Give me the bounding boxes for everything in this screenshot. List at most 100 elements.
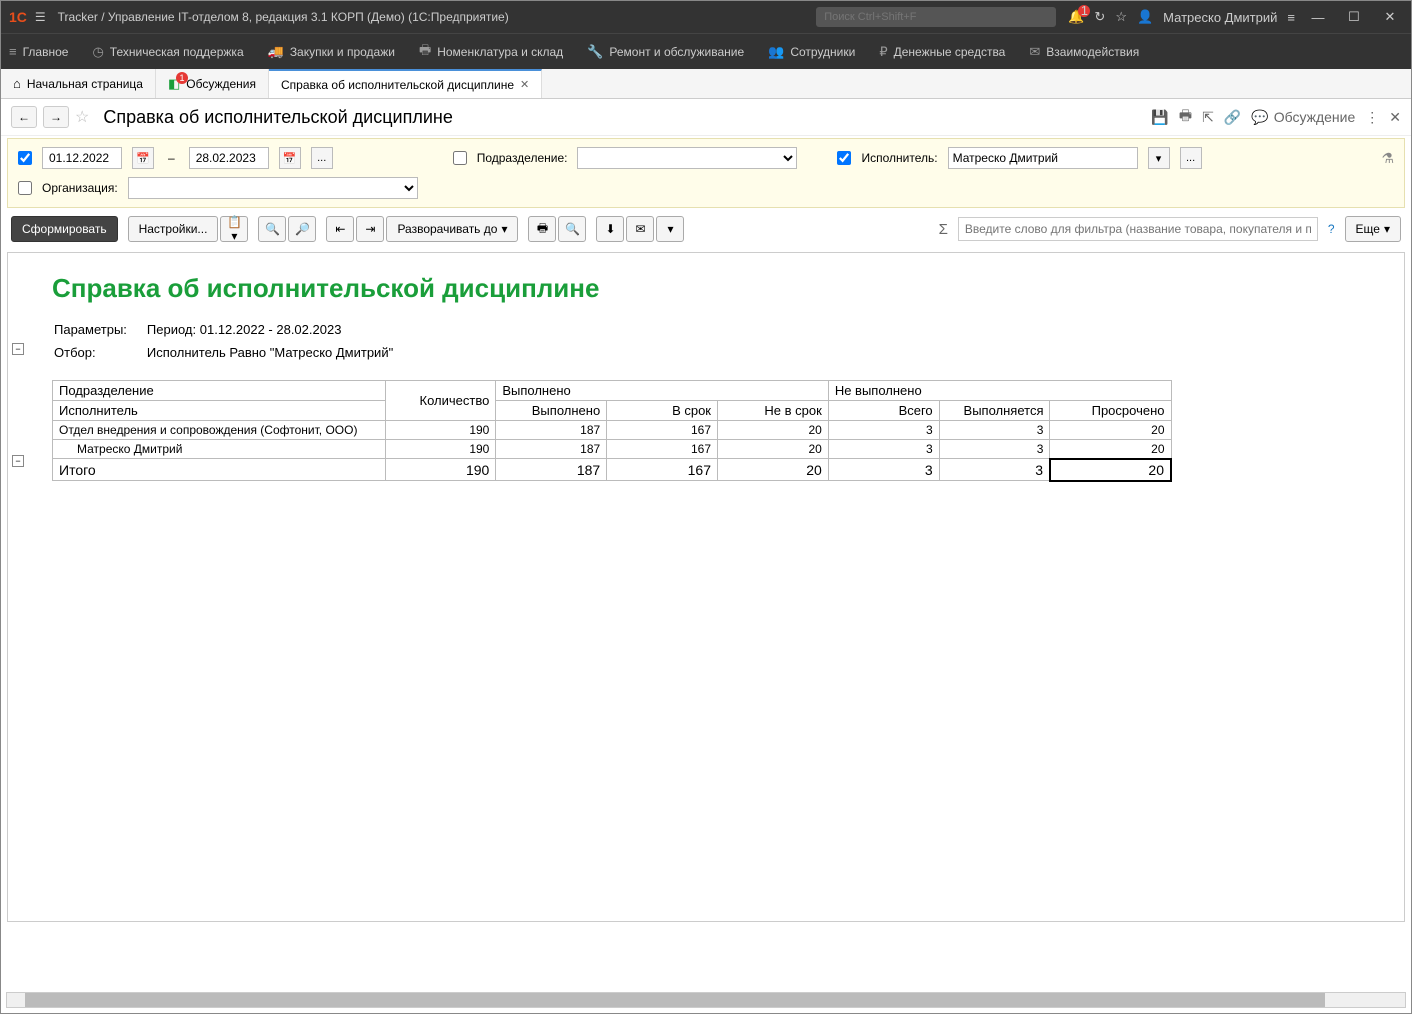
bell-badge: 1 (1078, 5, 1090, 17)
export-icon[interactable]: ⇱ (1202, 109, 1214, 126)
table-row[interactable]: Матреско Дмитрий 190 187 167 20 3 3 20 (53, 439, 1172, 459)
find-button[interactable]: 🔍 (258, 216, 286, 242)
collapse-button[interactable]: ⇤ (326, 216, 354, 242)
period-checkbox[interactable] (18, 151, 32, 165)
star-icon[interactable]: ☆ (1115, 9, 1127, 25)
period-more-button[interactable]: ... (311, 147, 333, 169)
main-menu: ≡Главное ◷Техническая поддержка 🚚Закупки… (1, 33, 1411, 69)
chat-bubble-icon: 💬 (1251, 109, 1268, 126)
menu-interactions[interactable]: ✉Взаимодействия (1029, 44, 1139, 60)
settings-lines-icon[interactable]: ≡ (1287, 10, 1295, 25)
col-inprogress: Выполняется (939, 400, 1050, 420)
menu-main-icon: ≡ (9, 44, 17, 59)
settings-dropdown-button[interactable]: 📋▾ (220, 216, 248, 242)
generate-button[interactable]: Сформировать (11, 216, 118, 242)
wrench-icon: 🔧 (587, 44, 603, 60)
executor-label: Исполнитель: (861, 151, 937, 165)
executor-select[interactable] (948, 147, 1138, 169)
executor-checkbox[interactable] (837, 151, 851, 165)
report-area: − Справка об исполнительской дисциплине … (7, 252, 1405, 922)
menu-support[interactable]: ◷Техническая поддержка (92, 44, 243, 60)
col-count: Количество (385, 380, 496, 420)
report-filter-input[interactable] (958, 217, 1318, 241)
division-checkbox[interactable] (453, 151, 467, 165)
tab-close-icon[interactable]: ✕ (520, 78, 529, 91)
filter-panel: 📅 – 📅 ... Подразделение: Исполнитель: ▾ … (7, 138, 1405, 208)
tab-discussions[interactable]: ◧ 1 Обсуждения (156, 69, 269, 98)
division-label: Подразделение: (477, 151, 568, 165)
save-dropdown-button[interactable]: ▾ (656, 216, 684, 242)
notifications-button[interactable]: 🔔 1 (1068, 9, 1084, 25)
print-icon[interactable]: 🖶 (1179, 105, 1192, 129)
print-button[interactable]: 🖶 (528, 216, 556, 242)
org-label: Организация: (42, 181, 118, 195)
tab-report[interactable]: Справка об исполнительской дисциплине ✕ (269, 69, 542, 98)
horizontal-scrollbar[interactable] (6, 992, 1406, 1008)
tree-collapse-group[interactable]: − (12, 455, 24, 467)
expand-to-button[interactable]: Разворачивать до ▾ (386, 216, 518, 242)
table-total-row[interactable]: Итого 190 187 167 20 3 3 20 (53, 459, 1172, 481)
date-from-picker-button[interactable]: 📅 (132, 147, 154, 169)
menu-employees[interactable]: 👥Сотрудники (768, 44, 855, 60)
executor-more-button[interactable]: ... (1180, 147, 1202, 169)
close-page-icon[interactable]: ✕ (1389, 109, 1401, 126)
save-icon[interactable]: 💾 (1151, 109, 1168, 126)
filter-label: Отбор: (54, 343, 145, 364)
menu-purchases[interactable]: 🚚Закупки и продажи (268, 44, 395, 60)
nav-back-button[interactable]: ← (11, 106, 37, 128)
date-to-picker-button[interactable]: 📅 (279, 147, 301, 169)
discuss-button[interactable]: 💬 Обсуждение (1251, 109, 1355, 126)
hamburger-icon[interactable]: ☰ (35, 10, 46, 24)
find-next-button[interactable]: 🔎 (288, 216, 316, 242)
logo-1c: 1C (9, 9, 27, 25)
selected-cell[interactable]: 20 (1050, 459, 1171, 481)
filter-funnel-icon[interactable]: ⚗ (1381, 150, 1394, 167)
minimize-button[interactable]: — (1305, 10, 1331, 25)
menu-main[interactable]: ≡Главное (9, 44, 68, 59)
money-icon: ₽ (879, 44, 887, 60)
executor-dropdown-button[interactable]: ▾ (1148, 147, 1170, 169)
maximize-button[interactable]: ☐ (1341, 9, 1367, 25)
tree-collapse-params[interactable]: − (12, 343, 24, 355)
people-icon: 👥 (768, 44, 784, 60)
sigma-icon[interactable]: Σ (939, 221, 948, 238)
org-checkbox[interactable] (18, 181, 32, 195)
close-window-button[interactable]: ✕ (1377, 9, 1403, 25)
org-select[interactable] (128, 177, 418, 199)
user-icon[interactable]: 👤 (1137, 9, 1153, 25)
settings-button[interactable]: Настройки... (128, 216, 219, 242)
col-executor: Исполнитель (53, 400, 386, 420)
params-label: Параметры: (54, 320, 145, 341)
menu-repair[interactable]: 🔧Ремонт и обслуживание (587, 44, 744, 60)
period-text: Период: 01.12.2022 - 28.02.2023 (147, 320, 393, 341)
favorite-star-icon[interactable]: ☆ (75, 107, 89, 127)
col-division: Подразделение (53, 380, 386, 400)
global-search-input[interactable] (816, 7, 1056, 27)
division-select[interactable] (577, 147, 797, 169)
tabs-bar: ⌂ Начальная страница ◧ 1 Обсуждения Спра… (1, 69, 1411, 99)
report-title: Справка об исполнительской дисциплине (52, 273, 1384, 304)
lifebuoy-icon: ◷ (92, 44, 103, 60)
page-header: ← → ☆ Справка об исполнительской дисципл… (1, 99, 1411, 136)
report-params: Параметры:Период: 01.12.2022 - 28.02.202… (52, 318, 395, 366)
filter-text: Исполнитель Равно "Матреско Дмитрий" (147, 343, 393, 364)
history-icon[interactable]: ↻ (1094, 9, 1105, 25)
link-icon[interactable]: 🔗 (1224, 109, 1241, 126)
date-to-input[interactable] (189, 147, 269, 169)
preview-button[interactable]: 🔍 (558, 216, 586, 242)
menu-money[interactable]: ₽Денежные средства (879, 44, 1005, 60)
nav-forward-button[interactable]: → (43, 106, 69, 128)
scrollbar-thumb[interactable] (25, 993, 1325, 1007)
save-file-button[interactable]: ⬇ (596, 216, 624, 242)
more-button[interactable]: Еще ▾ (1345, 216, 1401, 242)
window-title: Tracker / Управление IT-отделом 8, редак… (58, 10, 817, 24)
tab-home[interactable]: ⌂ Начальная страница (1, 69, 156, 98)
more-vertical-icon[interactable]: ⋮ (1365, 109, 1379, 126)
expand-button[interactable]: ⇥ (356, 216, 384, 242)
page-title: Справка об исполнительской дисциплине (103, 107, 1145, 128)
date-from-input[interactable] (42, 147, 122, 169)
menu-warehouse[interactable]: 🖶Номенклатура и склад (419, 41, 563, 63)
email-button[interactable]: ✉ (626, 216, 654, 242)
table-row[interactable]: Отдел внедрения и сопровождения (Софтони… (53, 420, 1172, 439)
help-icon[interactable]: ? (1328, 222, 1335, 236)
